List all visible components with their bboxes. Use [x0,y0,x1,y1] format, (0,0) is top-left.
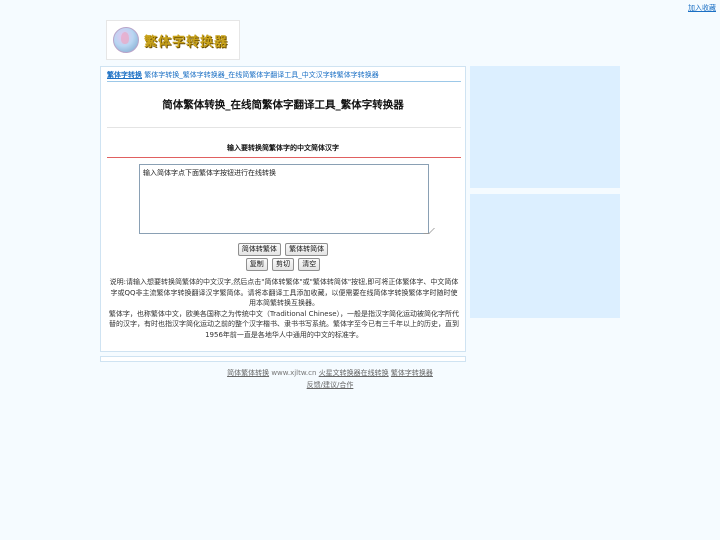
description-usage: 说明:请输入想要转换简繁体的中文汉字,然后点击"简体转繁体"或"繁体转简体"按钮… [109,278,459,307]
globe-icon [113,27,139,53]
footer-feedback: 反馈/建议/合作 [100,380,560,390]
input-heading: 输入要转换简繁体字的中文简体汉字 [227,144,339,152]
main-panel: 繁体字转换 繁体字转换_繁体字转换器_在线简繁体字翻译工具_中文汉字转繁体字转换… [100,66,466,352]
footer-link-traditional[interactable]: 繁体字转换器 [391,369,433,377]
footer-link-feedback[interactable]: 反馈/建议/合作 [307,381,354,389]
breadcrumb: 繁体字转换 繁体字转换_繁体字转换器_在线简繁体字翻译工具_中文汉字转繁体字转换… [107,70,379,80]
heading-underline [107,157,461,158]
main-panel-footer [100,356,466,362]
title-divider [107,127,461,128]
to-simplified-button[interactable]: 繁体转简体 [285,243,329,256]
breadcrumb-home-link[interactable]: 繁体字转换 [107,71,142,79]
footer-links: 简体繁体转换 www.xjltw.cn 火星文转换器在线转换 繁体字转换器 [100,368,560,378]
description-about: 繁体字，也称繁体中文，欧美各国称之为传统中文（Traditional Chine… [108,309,460,339]
convert-button-row: 简体转繁体 繁体转简体 [101,243,465,256]
footer-link-converter[interactable]: 简体繁体转换 [227,369,269,377]
cut-button[interactable]: 剪切 [272,258,294,271]
sidebar-ad-bottom [470,194,620,318]
copy-button[interactable]: 复制 [245,258,268,271]
to-traditional-button[interactable]: 简体转繁体 [237,243,281,256]
clear-button[interactable]: 清空 [298,258,321,271]
footer-site-url: www.xjltw.cn [271,369,317,377]
edit-button-row: 复制 剪切 清空 [101,258,465,271]
breadcrumb-divider [107,81,461,82]
text-input-area[interactable]: 输入简体字点下面繁体字按钮进行在线转换 [139,164,429,234]
breadcrumb-current-link[interactable]: 繁体字转换_繁体字转换器_在线简繁体字翻译工具_中文汉字转繁体字转换器 [144,71,379,79]
description: 说明:请输入想要转换简繁体的中文汉字,然后点击"简体转繁体"或"繁体转简体"按钮… [107,277,461,340]
site-logo[interactable]: 繁体字转换器 [106,20,240,60]
sidebar-ad-top [470,66,620,188]
footer-link-martian[interactable]: 火星文转换器在线转换 [319,369,389,377]
add-bookmark-link[interactable]: 加入收藏 [688,3,716,13]
page-title: 简体繁体转换_在线简繁体字翻译工具_繁体字转换器 [162,99,404,111]
logo-text: 繁体字转换器 [144,34,229,50]
